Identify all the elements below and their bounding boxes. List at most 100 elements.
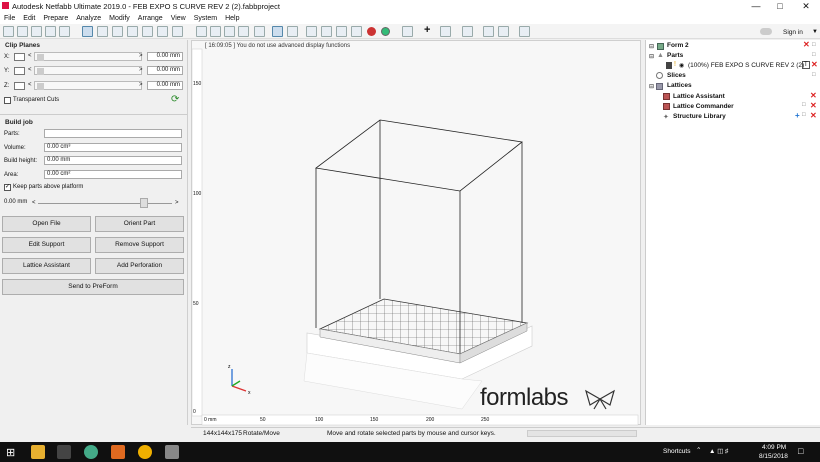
folder-icon[interactable]: □ bbox=[812, 42, 816, 48]
tree-root-form2[interactable]: Form 2 bbox=[667, 42, 689, 49]
notification-icon[interactable]: □ bbox=[798, 446, 803, 456]
preform-taskbar-icon[interactable] bbox=[165, 445, 179, 459]
delete-icon[interactable]: ✕ bbox=[810, 111, 817, 120]
send-to-preform-button[interactable]: Send to PreForm bbox=[2, 279, 184, 295]
view-top-icon[interactable] bbox=[142, 26, 153, 37]
edit-support-button[interactable]: Edit Support bbox=[2, 237, 91, 253]
clip-x-toggle[interactable] bbox=[14, 53, 25, 61]
arrange-icon[interactable] bbox=[483, 26, 494, 37]
open-file-button[interactable]: Open File bbox=[2, 216, 91, 232]
clip-z-slider[interactable] bbox=[34, 81, 142, 90]
wireframe-icon[interactable] bbox=[321, 26, 332, 37]
app-taskbar-icon[interactable] bbox=[138, 445, 152, 459]
measure-icon[interactable] bbox=[440, 26, 451, 37]
chevron-right-icon[interactable]: > bbox=[139, 82, 143, 88]
folder-icon[interactable]: □ bbox=[802, 112, 806, 118]
view-right-icon[interactable] bbox=[127, 26, 138, 37]
chevron-left-icon[interactable]: < bbox=[28, 82, 32, 88]
chevron-right-icon[interactable]: > bbox=[139, 67, 143, 73]
zoom-platform-icon[interactable] bbox=[238, 26, 249, 37]
lattice-assistant-button[interactable]: Lattice Assistant bbox=[2, 258, 91, 274]
print-icon[interactable] bbox=[31, 26, 42, 37]
rotate-icon[interactable] bbox=[287, 26, 298, 37]
select-arrow-icon[interactable] bbox=[272, 26, 283, 37]
clip-y-slider[interactable] bbox=[34, 66, 142, 75]
tree-lattice-commander[interactable]: Lattice Commander bbox=[673, 103, 734, 110]
view-bottom-icon[interactable] bbox=[157, 26, 168, 37]
tree-lattice-assistant[interactable]: Lattice Assistant bbox=[673, 93, 725, 100]
clip-y-toggle[interactable] bbox=[14, 67, 25, 75]
folder-icon[interactable]: □ bbox=[802, 102, 806, 108]
view-left-icon[interactable] bbox=[112, 26, 123, 37]
repair-icon[interactable] bbox=[519, 26, 530, 37]
lighting-icon[interactable] bbox=[351, 26, 362, 37]
delete-icon[interactable]: ✕ bbox=[810, 101, 817, 110]
delete-icon[interactable]: ✕ bbox=[811, 60, 818, 69]
build-height-field[interactable]: 0.00 mm bbox=[44, 156, 182, 165]
shortcuts-label[interactable]: Shortcuts bbox=[663, 448, 690, 455]
menu-edit[interactable]: Edit bbox=[19, 13, 39, 22]
chevron-left-icon[interactable]: < bbox=[32, 200, 36, 206]
volume-field[interactable]: 0.00 cm³ bbox=[44, 143, 182, 152]
transparent-cuts-checkbox[interactable] bbox=[4, 97, 11, 104]
tree-part-item[interactable]: (100%) FEB EXPO S CURVE REV 2 (2) bbox=[688, 62, 804, 69]
menu-prepare[interactable]: Prepare bbox=[39, 13, 72, 22]
clip-x-value[interactable]: 0.00 mm bbox=[147, 52, 183, 61]
close-icon[interactable]: ✕ bbox=[796, 1, 816, 12]
add-icon[interactable]: + bbox=[795, 111, 800, 120]
support-icon[interactable] bbox=[498, 26, 509, 37]
windows-start-icon[interactable]: ⊞ bbox=[6, 446, 15, 459]
slider-thumb[interactable] bbox=[140, 198, 148, 208]
chevron-left-icon[interactable]: < bbox=[28, 53, 32, 59]
magnifier-icon[interactable] bbox=[254, 26, 265, 37]
orient-part-button[interactable]: Orient Part bbox=[95, 216, 184, 232]
menu-file[interactable]: File bbox=[0, 13, 19, 22]
color-sphere-icon[interactable] bbox=[381, 27, 390, 36]
zoom-all-icon[interactable] bbox=[196, 26, 207, 37]
tree-slices[interactable]: Slices bbox=[667, 72, 686, 79]
tray-icons[interactable]: ▲ ◫ ♯ bbox=[709, 447, 728, 455]
zoom-selected-icon[interactable] bbox=[210, 26, 221, 37]
view-back-icon[interactable] bbox=[97, 26, 108, 37]
chevron-right-icon[interactable]: > bbox=[139, 53, 143, 59]
chevron-right-icon[interactable]: > bbox=[175, 200, 179, 206]
add-perforation-button[interactable]: Add Perforation bbox=[95, 258, 184, 274]
remove-support-button[interactable]: Remove Support bbox=[95, 237, 184, 253]
minimize-icon[interactable]: — bbox=[746, 1, 766, 11]
folder-icon[interactable]: □ bbox=[812, 52, 816, 58]
screenshot-icon[interactable] bbox=[59, 26, 70, 37]
save-icon[interactable] bbox=[17, 26, 28, 37]
clip-z-value[interactable]: 0.00 mm bbox=[147, 81, 183, 90]
color-red-icon[interactable] bbox=[367, 27, 376, 36]
chevron-left-icon[interactable]: < bbox=[28, 67, 32, 73]
tree-parts[interactable]: Parts bbox=[667, 52, 683, 59]
menu-arrange[interactable]: Arrange bbox=[134, 13, 167, 22]
notepad-icon[interactable] bbox=[57, 445, 71, 459]
3d-viewport[interactable]: z x formlabs 0 mm 50 100 150 200 250 150… bbox=[191, 40, 641, 426]
file-explorer-icon[interactable] bbox=[31, 445, 45, 459]
collapse-icon[interactable]: ⊟ bbox=[649, 53, 654, 60]
keep-above-platform-checkbox[interactable]: ✓ bbox=[4, 184, 11, 191]
parts-field[interactable] bbox=[44, 129, 182, 138]
chevron-down-icon[interactable]: ▼ bbox=[812, 29, 818, 35]
part-info-icon[interactable]: T bbox=[802, 61, 810, 69]
clock-time[interactable]: 4:09 PM bbox=[762, 444, 786, 451]
netfabb-taskbar-icon[interactable] bbox=[111, 445, 125, 459]
clip-x-slider[interactable] bbox=[34, 52, 142, 61]
shade-icon[interactable] bbox=[306, 26, 317, 37]
menu-help[interactable]: Help bbox=[221, 13, 243, 22]
export-icon[interactable] bbox=[45, 26, 56, 37]
move-icon[interactable] bbox=[462, 26, 473, 37]
open-icon[interactable] bbox=[3, 26, 14, 37]
menu-analyze[interactable]: Analyze bbox=[72, 13, 105, 22]
area-field[interactable]: 0.00 cm² bbox=[44, 170, 182, 179]
maximize-icon[interactable]: □ bbox=[770, 1, 790, 11]
chrome-icon[interactable] bbox=[84, 445, 98, 459]
view-front-icon[interactable] bbox=[82, 26, 93, 37]
tree-lattices[interactable]: Lattices bbox=[667, 82, 692, 89]
tree-structure-library[interactable]: Structure Library bbox=[673, 113, 726, 120]
sign-in-link[interactable]: Sign in bbox=[783, 29, 803, 36]
transparency-icon[interactable] bbox=[336, 26, 347, 37]
clock-date[interactable]: 8/15/2018 bbox=[759, 453, 788, 460]
clip-y-value[interactable]: 0.00 mm bbox=[147, 66, 183, 75]
